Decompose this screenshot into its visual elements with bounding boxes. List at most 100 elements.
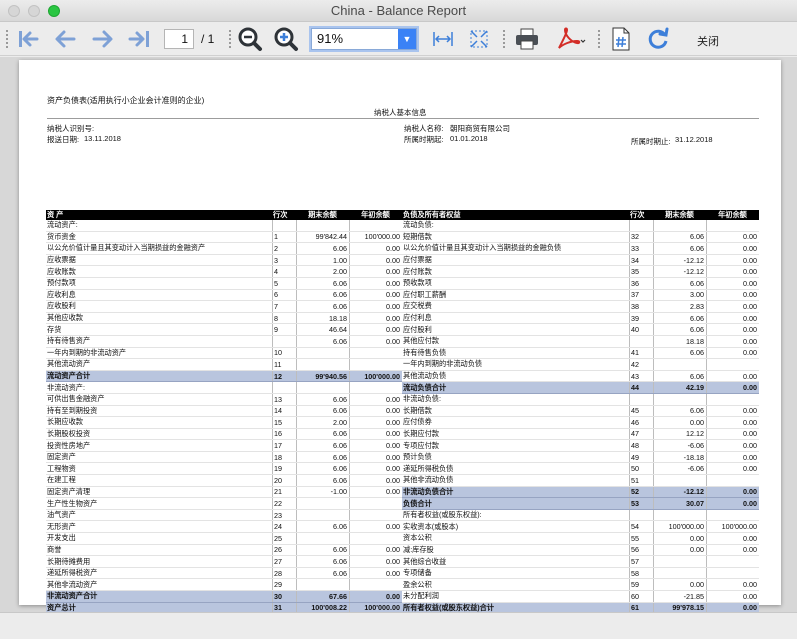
- column-header: 资 产: [47, 210, 64, 219]
- fit-page-icon: [470, 30, 488, 48]
- table-row: 实收资本(或股本) 54 100'000.00 100'000.00: [402, 521, 759, 534]
- cell-end: [296, 220, 349, 231]
- cell-end: 6.06: [296, 428, 349, 440]
- cell-name: 持有待售负债: [403, 347, 447, 357]
- cell-name: 可供出售金融资产: [47, 394, 105, 404]
- cell-name: 其他综合收益: [403, 556, 447, 566]
- cell-end: -12.12: [653, 486, 706, 498]
- cell-end: 6.06: [296, 405, 349, 417]
- cell-start: 0.00: [349, 324, 402, 335]
- window-title: China - Balance Report: [330, 3, 467, 18]
- cell-line: 12: [272, 370, 296, 382]
- cell-line: 53: [629, 498, 653, 509]
- cell-name: 所有者权益(或股东权益):: [403, 510, 482, 520]
- cell-end: [653, 359, 706, 370]
- cell-start: [349, 382, 402, 393]
- cell-name: 应付利息: [403, 313, 432, 323]
- table-row: 其他应收款 8 18.18 0.00: [46, 312, 402, 325]
- cell-start: 0.00: [706, 451, 759, 463]
- cell-line: 9: [272, 324, 296, 335]
- cell-line: 11: [272, 359, 296, 370]
- cell-line: 55: [629, 533, 653, 544]
- cell-line: 13: [272, 393, 296, 405]
- report-page: 资产负债表(适用执行小企业会计准则的企业) 纳税人基本信息 纳税人识别号: 纳税…: [19, 60, 781, 626]
- first-page-button[interactable]: [14, 26, 44, 52]
- liabilities-rows: 流动负债: 短期借款 32 6.06 0.00 以公允价值计量且其变动计入当期损益的金融负…: [402, 220, 759, 626]
- table-row: 递延所得税资产 28 6.06 0.00: [46, 567, 402, 580]
- first-page-icon: [19, 31, 39, 47]
- table-row: 投资性房地产 17 6.06 0.00: [46, 440, 402, 452]
- table-row: 持有待售资产 6.06 0.00: [46, 335, 402, 348]
- cell-start: 0.00: [349, 417, 402, 428]
- report-viewer[interactable]: 资产负债表(适用执行小企业会计准则的企业) 纳税人基本信息 纳税人识别号: 纳税…: [0, 57, 797, 626]
- cell-line: [629, 509, 653, 521]
- submit-date-label: 报送日期:: [47, 135, 80, 144]
- page-number-input[interactable]: 1: [164, 29, 194, 49]
- cell-start: 0.00: [706, 428, 759, 440]
- cell-start: 0.00: [706, 382, 759, 393]
- cell-name: 其他应收款: [47, 313, 83, 323]
- cell-line: 10: [272, 347, 296, 359]
- cell-name: 其他应付款: [403, 336, 439, 346]
- cell-end: 0.00: [653, 579, 706, 590]
- next-page-button[interactable]: [88, 26, 118, 52]
- subtotal-row: 非流动负债合计 52 -12.12 0.00: [402, 486, 759, 499]
- export-excel-button[interactable]: [608, 26, 634, 52]
- cell-start: [349, 359, 402, 370]
- fit-width-button[interactable]: [430, 26, 456, 52]
- print-button[interactable]: [512, 26, 542, 52]
- table-row: 固定资产清理 21 -1.00 0.00: [46, 486, 402, 499]
- cell-end: 6.06: [296, 301, 349, 312]
- cell-end: 6.06: [296, 277, 349, 289]
- table-row: 递延所得税负债 50 -6.06 0.00: [402, 463, 759, 476]
- zoom-in-button[interactable]: [272, 26, 300, 52]
- cell-line: 24: [272, 521, 296, 533]
- cell-start: 0.00: [706, 533, 759, 544]
- cell-start: 0.00: [349, 312, 402, 324]
- table-row: 短期借款 32 6.06 0.00: [402, 231, 759, 244]
- cell-name: 实收资本(或股本): [403, 521, 459, 531]
- cell-start: 0.00: [349, 521, 402, 533]
- subtotal-row: 流动负债合计 44 42.19 0.00: [402, 382, 759, 394]
- table-row: 无形资产 24 6.06 0.00: [46, 521, 402, 534]
- cell-end: [653, 393, 706, 405]
- zoom-select[interactable]: 91% ▼: [311, 28, 417, 50]
- cell-name: 商誉: [47, 544, 62, 554]
- cell-end: [653, 220, 706, 231]
- cell-line: 51: [629, 475, 653, 486]
- cell-start: 0.00: [706, 266, 759, 277]
- cell-line: [272, 335, 296, 347]
- taxpayer-name: 朝阳商贸有限公司: [450, 124, 510, 133]
- cell-line: 40: [629, 324, 653, 335]
- cell-line: 43: [629, 370, 653, 382]
- cell-name: 其他非流动负债: [403, 475, 454, 485]
- cell-start: 0.00: [349, 289, 402, 301]
- fit-page-button[interactable]: [466, 26, 492, 52]
- cell-name: 资本公积: [403, 533, 432, 543]
- cell-name: 生产性生物资产: [47, 498, 98, 508]
- refresh-button[interactable]: [644, 26, 672, 52]
- table-row: 专项储备 58: [402, 567, 759, 580]
- cell-line: 60: [629, 591, 653, 602]
- cell-line: 20: [272, 475, 296, 486]
- zoom-in-icon: [274, 27, 298, 51]
- cell-name: 递延所得税资产: [47, 568, 98, 578]
- close-report-button[interactable]: 关闭: [697, 33, 719, 49]
- table-row: 其他应付款 18.18 0.00: [402, 335, 759, 348]
- cell-end: [296, 347, 349, 359]
- cell-start: 0.00: [706, 254, 759, 266]
- export-pdf-button[interactable]: [552, 26, 588, 52]
- cell-name: 长期待摊费用: [47, 556, 91, 566]
- cell-end: -21.85: [653, 591, 706, 602]
- table-row: 减:库存股 56 0.00 0.00: [402, 544, 759, 557]
- toolbar-grip: [503, 30, 506, 48]
- chevron-down-icon[interactable]: ▼: [398, 29, 416, 49]
- last-page-button[interactable]: [124, 26, 154, 52]
- table-row: 持有至到期投资 14 6.06 0.00: [46, 405, 402, 418]
- prev-page-button[interactable]: [50, 26, 80, 52]
- cell-start: 0.00: [706, 301, 759, 312]
- zoom-out-button[interactable]: [236, 26, 264, 52]
- cell-name: 固定资产: [47, 452, 76, 462]
- cell-start: [349, 533, 402, 544]
- cell-start: 100'000.00: [349, 370, 402, 382]
